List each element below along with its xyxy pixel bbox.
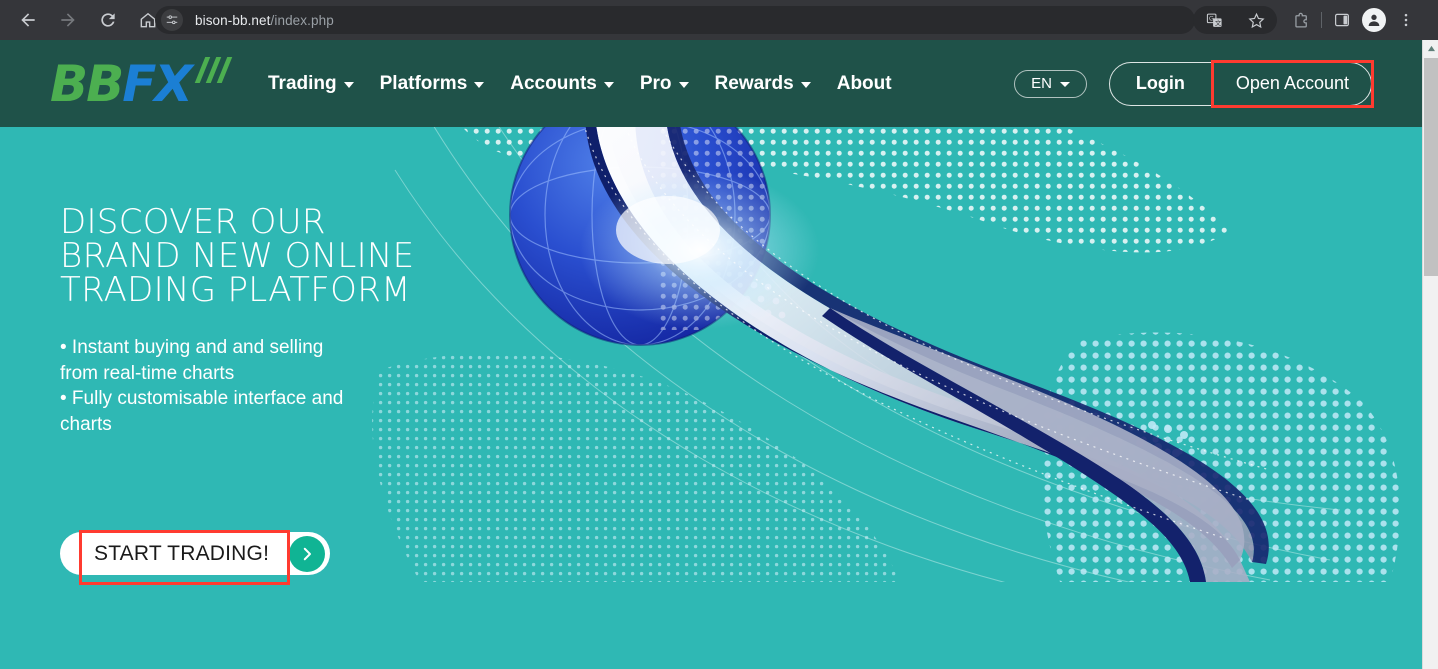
back-arrow-icon	[21, 13, 35, 27]
three-dot-menu-icon	[1404, 13, 1408, 27]
start-trading-label: START TRADING!	[78, 529, 291, 585]
browser-toolbar: bison-bb.net/index.php G 文	[0, 0, 1438, 40]
hero-title: DISCOVER OUR BRAND NEW ONLINE TRADING PL…	[60, 202, 415, 310]
chevron-down-icon	[474, 82, 485, 88]
navigation-buttons	[0, 5, 168, 35]
scroll-up-arrow-icon	[1427, 45, 1435, 52]
bookmark-button[interactable]	[1240, 4, 1272, 36]
chevron-down-icon	[343, 82, 354, 88]
avatar	[1362, 8, 1386, 32]
page-scrollbar[interactable]	[1422, 40, 1438, 669]
auth-button-group: Login Open Account	[1108, 59, 1374, 108]
nav-label: About	[836, 72, 892, 94]
language-selector[interactable]: EN	[1014, 69, 1087, 98]
toolbar-divider	[1321, 12, 1322, 28]
language-label: EN	[1031, 75, 1052, 92]
chevron-down-icon	[800, 82, 811, 88]
nav-item-platforms[interactable]: Platforms	[380, 73, 485, 95]
site-settings-button[interactable]	[161, 9, 183, 31]
nav-label: Platforms	[379, 72, 468, 94]
nav-label: Pro	[639, 72, 672, 94]
scroll-thumb[interactable]	[1424, 58, 1438, 276]
start-trading-arrow-button[interactable]	[289, 535, 326, 572]
login-button[interactable]: Login	[1110, 63, 1211, 105]
reload-button[interactable]	[93, 5, 123, 35]
nav-item-pro[interactable]: Pro	[640, 73, 689, 95]
tune-icon	[166, 15, 178, 25]
address-bar[interactable]: bison-bb.net/index.php	[155, 6, 1195, 34]
hero-copy: DISCOVER OUR BRAND NEW ONLINE TRADING PL…	[60, 205, 420, 438]
profile-button[interactable]	[1358, 4, 1390, 36]
site-logo[interactable]: BBFX	[50, 56, 250, 112]
hero-bullet-2: • Fully customisable interface and chart…	[60, 388, 344, 435]
extensions-button[interactable]	[1285, 4, 1317, 36]
nav-item-accounts[interactable]: Accounts	[510, 73, 614, 95]
nav-item-about[interactable]: About	[837, 73, 892, 95]
translate-icon: G 文	[1206, 13, 1221, 27]
logo-fx-text: FX	[122, 54, 193, 113]
start-trading-button[interactable]: START TRADING!	[60, 529, 331, 585]
reload-icon	[101, 13, 115, 27]
translate-button[interactable]: G 文	[1198, 4, 1230, 36]
logo-bb-text: BB	[50, 54, 124, 113]
extensions-puzzle-icon	[1294, 12, 1307, 27]
omnibox-actions: G 文	[1193, 6, 1277, 34]
chevron-down-icon	[1059, 82, 1070, 87]
chrome-action-icons	[1285, 4, 1422, 36]
hero-bullets: • Instant buying and and selling from re…	[60, 335, 420, 438]
chrome-menu-button[interactable]	[1390, 4, 1422, 36]
chevron-down-icon	[678, 82, 689, 88]
profile-avatar-icon	[1368, 14, 1380, 26]
url-domain: bison-bb.net	[195, 12, 271, 28]
hero-bullet-1: • Instant buying and and selling from re…	[60, 337, 324, 384]
nav-item-rewards[interactable]: Rewards	[715, 73, 811, 95]
logo-slashes-icon	[194, 56, 242, 83]
url-display: bison-bb.net/index.php	[195, 13, 334, 28]
nav-label: Rewards	[714, 72, 794, 94]
nav-item-trading[interactable]: Trading	[268, 73, 354, 95]
open-account-button[interactable]: Open Account	[1210, 59, 1374, 108]
forward-arrow-icon	[61, 13, 75, 27]
nav-label: Accounts	[510, 72, 597, 94]
chevron-down-icon	[603, 82, 614, 88]
scroll-up-button[interactable]	[1423, 40, 1438, 57]
header-actions: EN Login Open Account	[1014, 59, 1374, 108]
page-viewport: BBFX Trading Platforms Accounts Pro Rewa…	[0, 40, 1438, 669]
side-panel-icon	[1335, 13, 1349, 27]
main-navigation: Trading Platforms Accounts Pro Rewards A…	[268, 73, 892, 95]
back-button[interactable]	[13, 5, 43, 35]
hero-section: DISCOVER OUR BRAND NEW ONLINE TRADING PL…	[0, 127, 1422, 669]
nav-label: Trading	[268, 72, 337, 94]
svg-text:文: 文	[1214, 18, 1221, 27]
chevron-right-icon	[303, 547, 312, 560]
side-panel-button[interactable]	[1326, 4, 1358, 36]
hero-cta-wrapper: START TRADING!	[60, 529, 331, 585]
site-header: BBFX Trading Platforms Accounts Pro Rewa…	[0, 40, 1422, 127]
url-path: /index.php	[270, 12, 334, 28]
forward-button[interactable]	[53, 5, 83, 35]
star-icon	[1247, 12, 1265, 28]
